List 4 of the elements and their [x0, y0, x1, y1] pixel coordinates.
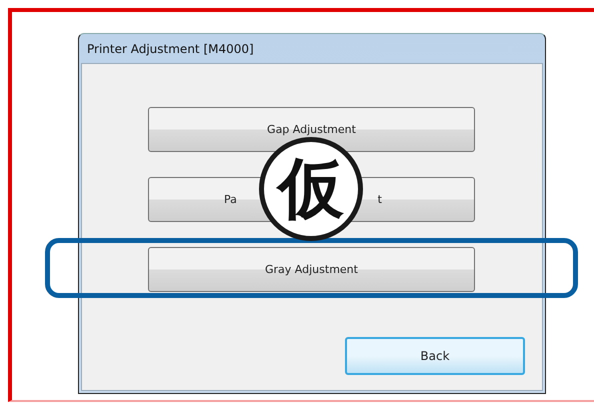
window-title: Printer Adjustment [M4000]	[87, 42, 254, 56]
adjustment-button[interactable]: Gray Adjustment	[148, 247, 475, 292]
back-button[interactable]: Back	[345, 337, 525, 375]
adjustment-button[interactable]: Gap Adjustment	[148, 107, 475, 152]
